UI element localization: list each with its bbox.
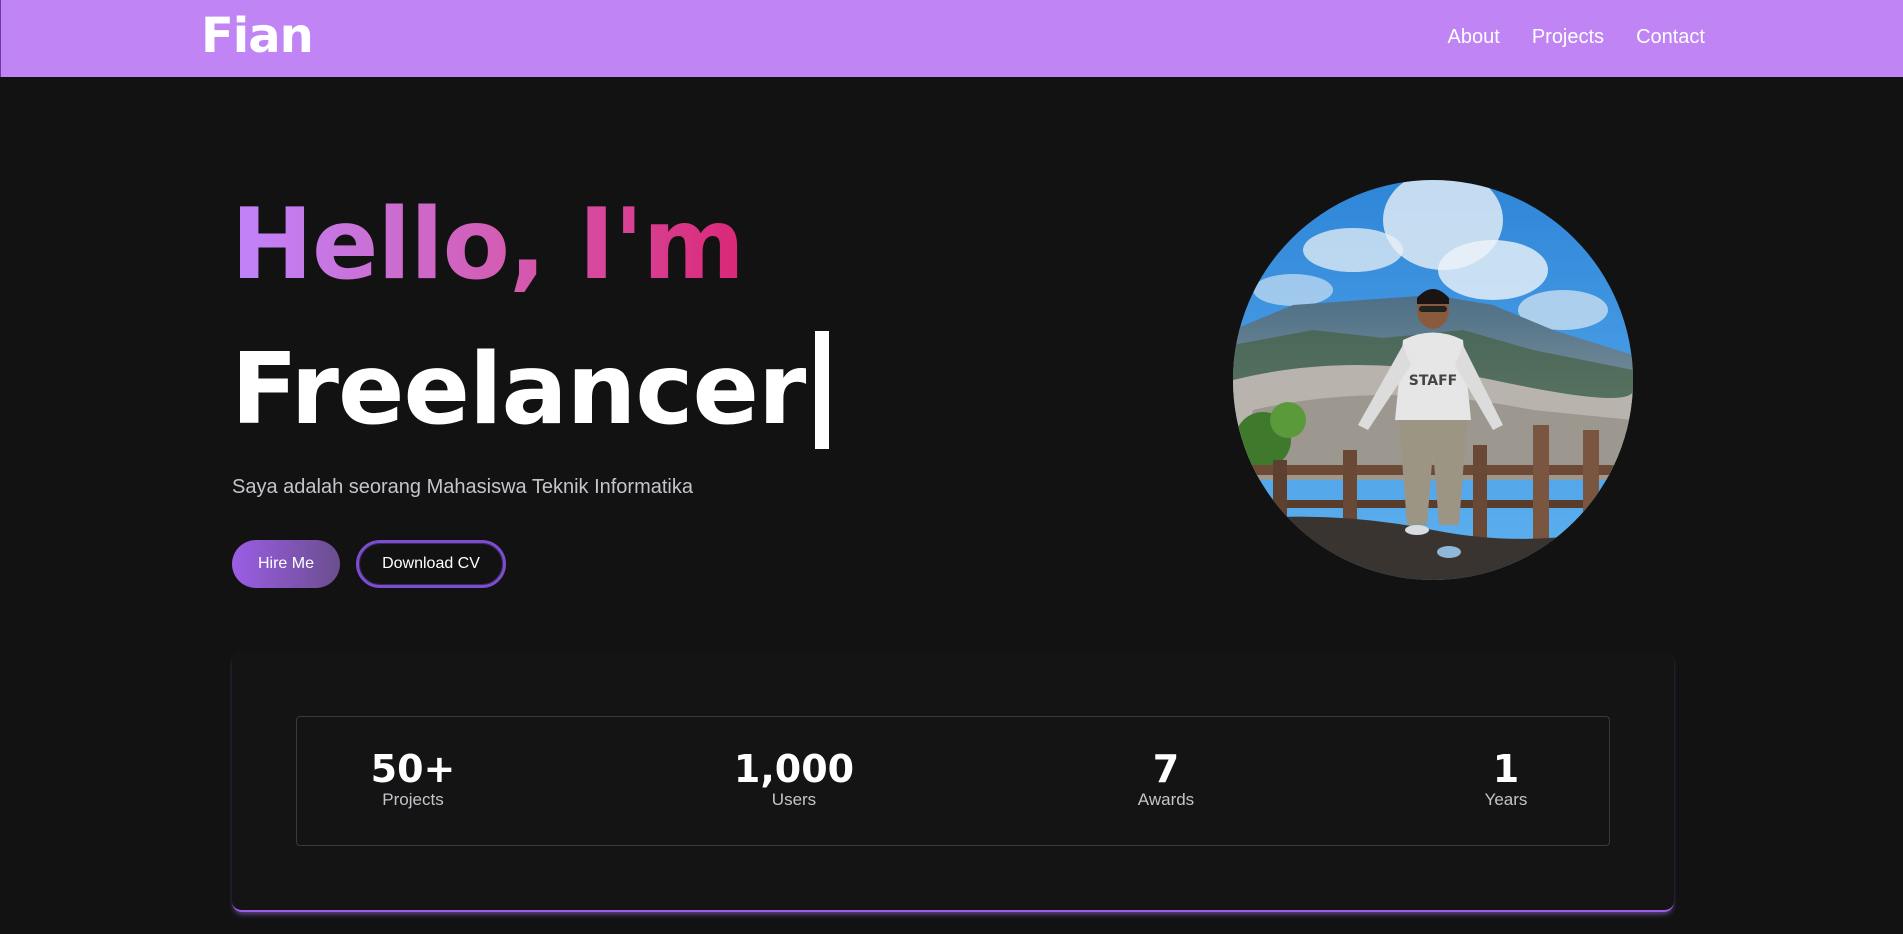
stat-label: Projects <box>382 790 444 809</box>
stat-value: 7 <box>1152 747 1180 791</box>
stat-awards: 7 Awards <box>1138 749 1194 811</box>
stats-panel: 50+ Projects 1,000 Users 7 Awards 1 Year… <box>296 716 1610 846</box>
svg-text:STAFF: STAFF <box>1409 373 1458 389</box>
navbar: Fian About Projects Contact <box>0 0 1903 77</box>
stat-label: Users <box>771 790 817 809</box>
hero-greeting: Hello, I'm <box>231 188 745 302</box>
stat-value: 50+ <box>370 747 456 791</box>
download-cv-button[interactable]: Download CV <box>356 540 506 588</box>
profile-photo: STAFF <box>1233 180 1633 580</box>
hire-me-button[interactable]: Hire Me <box>232 540 340 588</box>
nav-link-contact[interactable]: Contact <box>1636 22 1705 52</box>
nav-links: About Projects Contact <box>1448 22 1705 52</box>
nav-link-projects[interactable]: Projects <box>1532 22 1604 52</box>
brand-logo[interactable]: Fian <box>201 6 314 66</box>
stat-label: Years <box>1484 790 1528 809</box>
profile-photo-image: STAFF <box>1233 180 1633 580</box>
stat-years: 1 Years <box>1485 749 1528 811</box>
hero-role: Freelancer <box>231 333 806 447</box>
stat-projects: 50+ Projects <box>371 749 456 811</box>
stat-users: 1,000 Users <box>734 749 854 811</box>
stats-card: 50+ Projects 1,000 Users 7 Awards 1 Year… <box>232 652 1674 912</box>
nav-link-about[interactable]: About <box>1448 22 1500 52</box>
stat-value: 1 <box>1492 747 1520 791</box>
hero-buttons: Hire Me Download CV <box>232 540 506 588</box>
typing-cursor <box>815 331 830 449</box>
hero-role-line: Freelancer <box>231 330 830 450</box>
stat-label: Awards <box>1137 790 1195 809</box>
stat-value: 1,000 <box>733 747 855 791</box>
hero-description: Saya adalah seorang Mahasiswa Teknik Inf… <box>232 476 693 498</box>
